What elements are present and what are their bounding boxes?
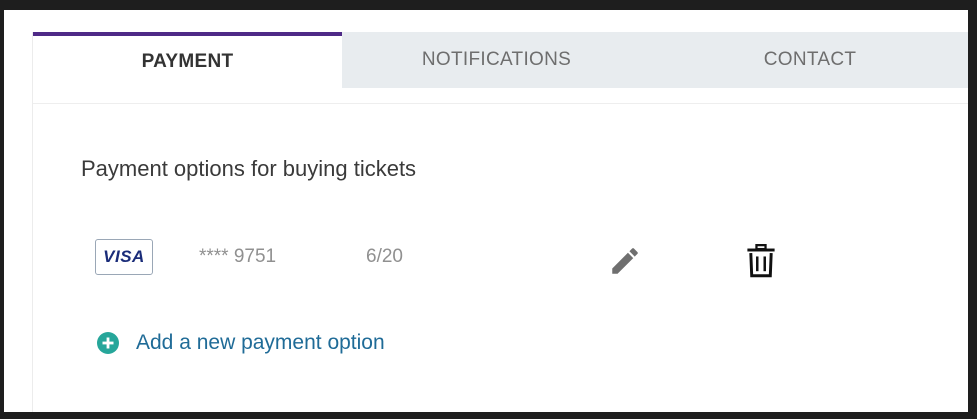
tab-contact-label: CONTACT (763, 49, 857, 70)
trash-icon (747, 244, 775, 278)
payment-card-row: VISA **** 9751 6/20 (33, 237, 968, 287)
add-payment-option-link[interactable]: Add a new payment option (97, 328, 385, 358)
pencil-icon (612, 248, 638, 274)
tab-bar: PAYMENT NOTIFICATIONS CONTACT (33, 32, 968, 88)
settings-panel: PAYMENT NOTIFICATIONS CONTACT Payment op… (32, 32, 968, 412)
card-number: **** 9751 (199, 246, 277, 267)
plus-circle-icon (97, 332, 119, 354)
delete-card-button[interactable] (743, 243, 779, 279)
tab-payment[interactable]: PAYMENT (33, 32, 342, 88)
tab-notifications-label: NOTIFICATIONS (421, 49, 572, 70)
tab-payment-label: PAYMENT (141, 51, 234, 72)
card-expiry: 6/20 (366, 246, 403, 267)
tab-notifications[interactable]: NOTIFICATIONS (342, 32, 651, 88)
edit-card-button[interactable] (607, 243, 643, 279)
add-payment-option-label: Add a new payment option (136, 331, 385, 354)
card-brand-label: VISA (103, 247, 145, 266)
visa-card-logo: VISA (95, 239, 153, 275)
divider (33, 103, 968, 104)
section-title: Payment options for buying tickets (81, 156, 417, 181)
window-frame: PAYMENT NOTIFICATIONS CONTACT Payment op… (4, 10, 968, 412)
tab-contact[interactable]: CONTACT (651, 32, 968, 88)
